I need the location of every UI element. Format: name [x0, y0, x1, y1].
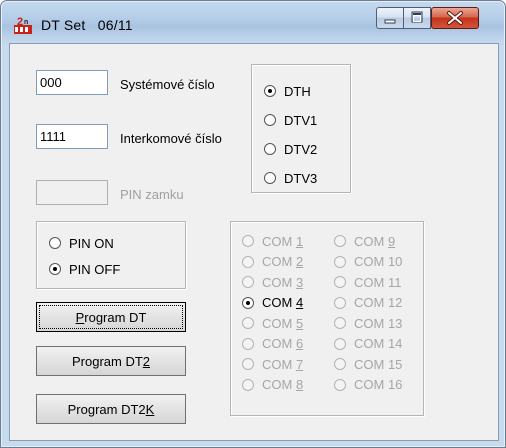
com-port-label: COM 1 [262, 233, 304, 249]
intercom-number-input[interactable] [36, 124, 108, 149]
com-port-label: COM 11 [354, 274, 402, 290]
system-number-label: Systémové číslo [120, 77, 215, 92]
svg-text:n: n [24, 19, 28, 26]
com-port-label: COM 12 [354, 295, 403, 310]
program-dt-button[interactable]: Program DT [36, 302, 186, 332]
com-port-option[interactable]: COM 9 [334, 232, 395, 250]
lock-pin-input[interactable] [36, 180, 108, 205]
radio-icon [334, 235, 346, 247]
com-port-label: COM 5 [262, 315, 304, 331]
pin-mode-group: PIN ON PIN OFF [36, 221, 186, 289]
com-port-option[interactable]: COM 7 [242, 355, 303, 373]
svg-text:2: 2 [17, 16, 23, 28]
radio-icon [242, 317, 254, 329]
window-version: 06/11 [97, 17, 133, 33]
com-port-label: COM 4 [262, 295, 304, 310]
dt-type-option-dtv2[interactable]: DTV2 [264, 140, 317, 158]
radio-icon [334, 337, 346, 350]
dt-type-option-dth[interactable]: DTH [264, 82, 311, 100]
com-port-group: COM 1 COM 2 COM 3 COM 4 COM 5 COM 6 COM 7 COM 8… [230, 221, 424, 416]
minimize-icon [384, 19, 396, 24]
com-port-option[interactable]: COM 1 [242, 232, 303, 250]
dt-set-window: 2 n DT Set 06/11 Systémové číslo Interko… [0, 0, 506, 448]
dt-type-option-label: DTH [284, 83, 311, 99]
dt-type-option-dtv1[interactable]: DTV1 [264, 111, 317, 129]
pin-off-option[interactable]: PIN OFF [49, 260, 120, 278]
dt-type-option-label: DTV3 [284, 170, 318, 186]
radio-icon [334, 276, 346, 288]
radio-icon [49, 237, 61, 249]
radio-icon [334, 378, 346, 391]
dt-type-option-dtv3[interactable]: DTV3 [264, 169, 317, 187]
radio-icon [242, 276, 254, 288]
window-title-text: DT Set [41, 17, 86, 33]
maximize-button[interactable] [403, 7, 431, 29]
program-dt2k-button[interactable]: Program DT2K [36, 394, 186, 424]
dt-type-group: DTH DTV1 DTV2 DTV3 [251, 64, 351, 193]
dialog-client-area: Systémové číslo Interkomové číslo PIN za… [9, 43, 499, 441]
radio-icon [334, 317, 346, 329]
radio-icon [264, 143, 276, 155]
radio-icon [264, 172, 276, 184]
radio-icon [334, 358, 346, 370]
com-port-option[interactable]: COM 15 [334, 355, 402, 373]
com-port-label: COM 10 [354, 254, 403, 269]
radio-icon [264, 114, 276, 126]
radio-icon [242, 235, 254, 247]
com-port-option[interactable]: COM 10 [334, 253, 402, 271]
radio-icon [334, 296, 346, 309]
close-icon [447, 11, 463, 25]
com-port-option[interactable]: COM 13 [334, 314, 402, 332]
com-port-option[interactable]: COM 12 [334, 294, 402, 312]
window-title: DT Set 06/11 [41, 17, 133, 33]
radio-icon [242, 378, 254, 391]
com-port-label: COM 16 [354, 377, 403, 392]
radio-selected-icon [49, 263, 61, 275]
pin-off-label: PIN OFF [69, 261, 121, 277]
com-port-label: COM 6 [262, 336, 304, 351]
maximize-icon [411, 11, 423, 23]
program-dt2-button[interactable]: Program DT2 [36, 346, 186, 376]
title-bar[interactable]: 2 n DT Set 06/11 [1, 1, 505, 43]
com-port-option[interactable]: COM 3 [242, 273, 303, 291]
intercom-number-label: Interkomové číslo [120, 131, 222, 146]
dt-type-option-label: DTV1 [284, 112, 318, 128]
app-icon: 2 n [14, 16, 32, 34]
program-dt2-label: Program DT2 [71, 353, 151, 369]
com-port-option[interactable]: COM 6 [242, 335, 303, 353]
com-port-label: COM 9 [354, 233, 396, 249]
com-port-option[interactable]: COM 2 [242, 253, 303, 271]
radio-icon [242, 337, 254, 350]
radio-selected-icon [264, 85, 276, 97]
com-port-label: COM 14 [354, 336, 403, 351]
com-port-option[interactable]: COM 11 [334, 273, 401, 291]
com-port-option[interactable]: COM 8 [242, 376, 303, 394]
radio-icon [334, 255, 346, 268]
radio-icon [242, 358, 254, 370]
com-port-option[interactable]: COM 16 [334, 376, 402, 394]
radio-selected-icon [242, 296, 254, 309]
com-port-label: COM 7 [262, 356, 304, 372]
radio-icon [242, 255, 254, 268]
program-dt-label: Program DT [75, 309, 147, 325]
system-number-input[interactable] [36, 70, 108, 95]
com-port-option[interactable]: COM 5 [242, 314, 303, 332]
com-port-label: COM 8 [262, 377, 304, 392]
close-button[interactable] [431, 7, 479, 29]
com-port-label: COM 15 [354, 356, 403, 372]
lock-pin-label: PIN zamku [120, 187, 184, 202]
com-port-label: COM 13 [354, 315, 403, 331]
dt-type-option-label: DTV2 [284, 141, 318, 157]
program-dt2k-label: Program DT2K [67, 401, 155, 417]
minimize-button[interactable] [376, 7, 404, 29]
com-port-label: COM 2 [262, 254, 304, 269]
com-port-option[interactable]: COM 14 [334, 335, 402, 353]
com-port-option[interactable]: COM 4 [242, 294, 303, 312]
pin-on-label: PIN ON [69, 235, 114, 251]
com-port-label: COM 3 [262, 274, 304, 290]
pin-on-option[interactable]: PIN ON [49, 234, 114, 252]
